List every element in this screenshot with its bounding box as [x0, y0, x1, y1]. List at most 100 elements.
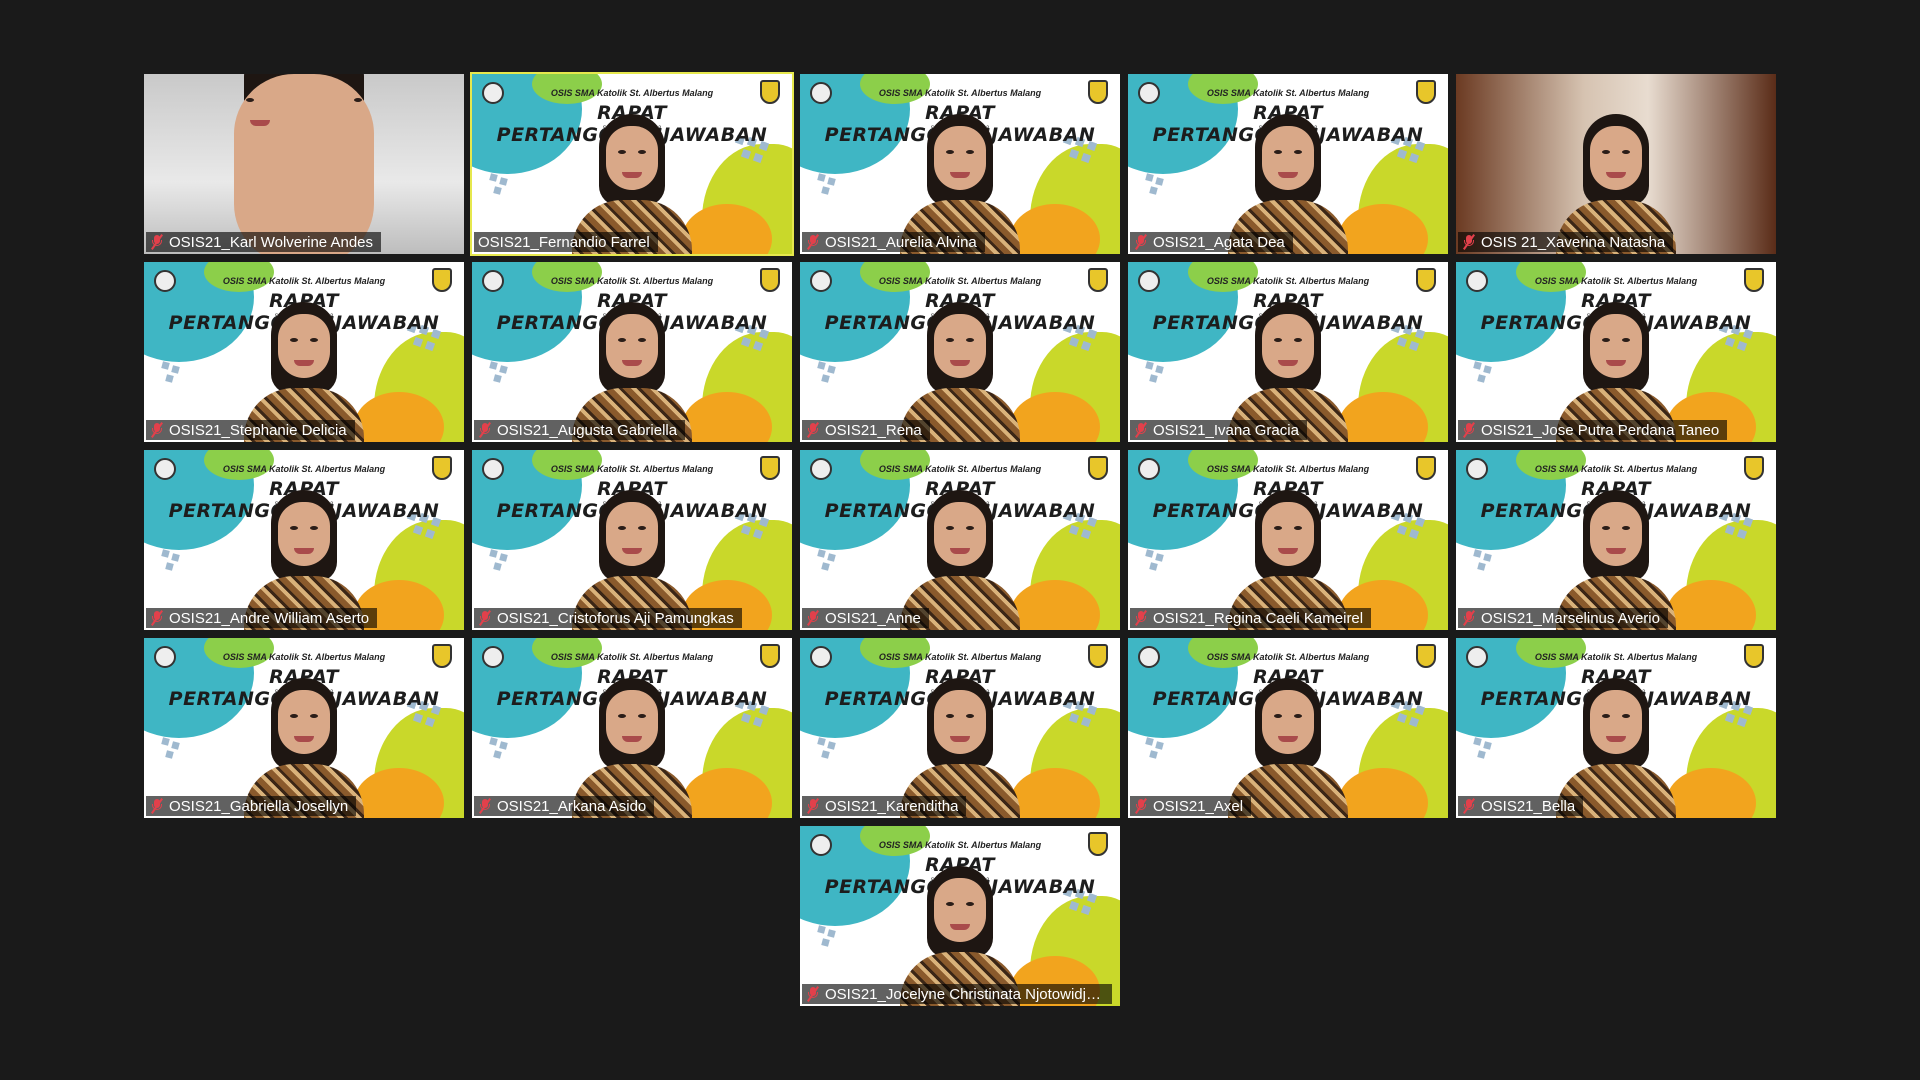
video-tile[interactable]: OSIS SMA Katolik St. Albertus Malang RAP… — [472, 450, 792, 630]
video-tile[interactable]: OSIS SMA Katolik St. Albertus Malang RAP… — [472, 638, 792, 818]
mic-muted-icon — [150, 422, 164, 438]
participant-name: OSIS21_Rena — [825, 421, 922, 439]
grid-row: OSIS SMA Katolik St. Albertus Malang RAP… — [144, 826, 1776, 1006]
video-tile[interactable]: OSIS SMA Katolik St. Albertus Malang RAP… — [470, 72, 794, 256]
video-tile[interactable]: OSIS SMA Katolik St. Albertus Malang RAP… — [144, 262, 464, 442]
participant-name: OSIS21_Ivana Gracia — [1153, 421, 1299, 439]
grid-row: OSIS SMA Katolik St. Albertus Malang RAP… — [144, 72, 1776, 256]
background-subtitle: OSIS SMA Katolik St. Albertus Malang — [1206, 88, 1370, 98]
background-subtitle: OSIS SMA Katolik St. Albertus Malang — [1206, 652, 1370, 662]
background-pattern — [489, 173, 520, 198]
video-tile[interactable]: OSIS SMA Katolik St. Albertus Malang RAP… — [800, 826, 1120, 1006]
background-subtitle: OSIS SMA Katolik St. Albertus Malang — [1534, 464, 1698, 474]
mic-muted-icon — [1134, 422, 1148, 438]
background-pattern — [817, 549, 848, 574]
participant-name-label: OSIS21_Jocelyne Christinata Njotowidja..… — [802, 984, 1112, 1004]
participant-name-label: OSIS21_Aurelia Alvina — [802, 232, 985, 252]
background-pattern — [489, 361, 520, 386]
background-subtitle: OSIS SMA Katolik St. Albertus Malang — [550, 464, 714, 474]
participant-name-label: OSIS21_Andre William Aserto — [146, 608, 378, 628]
participant-name: OSIS21_Marselinus Averio — [1481, 609, 1660, 627]
participant-name: OSIS21_Stephanie Delicia — [169, 421, 347, 439]
mic-muted-icon — [806, 234, 820, 250]
video-tile[interactable]: OSIS SMA Katolik St. Albertus Malang RAP… — [472, 262, 792, 442]
video-tile[interactable]: OSIS SMA Katolik St. Albertus Malang RAP… — [1128, 450, 1448, 630]
participant-name: OSIS21_Andre William Aserto — [169, 609, 370, 627]
background-pattern — [1473, 549, 1504, 574]
background-pattern — [489, 737, 520, 762]
participant-name-label: OSIS21_Rena — [802, 420, 930, 440]
background-subtitle: OSIS SMA Katolik St. Albertus Malang — [878, 840, 1042, 850]
background-pattern — [161, 737, 192, 762]
mic-muted-icon — [150, 610, 164, 626]
mic-muted-icon — [150, 234, 164, 250]
background-subtitle: OSIS SMA Katolik St. Albertus Malang — [550, 88, 714, 98]
video-tile[interactable]: OSIS SMA Katolik St. Albertus Malang RAP… — [1456, 638, 1776, 818]
video-tile[interactable]: OSIS SMA Katolik St. Albertus Malang RAP… — [144, 638, 464, 818]
video-tile[interactable]: OSIS SMA Katolik St. Albertus Malang RAP… — [1456, 262, 1776, 442]
participant-name: OSIS21_Fernandio Farrel — [478, 233, 650, 251]
participant-name-label: OSIS21_Axel — [1130, 796, 1252, 816]
video-tile[interactable]: OSIS SMA Katolik St. Albertus Malang RAP… — [1128, 638, 1448, 818]
participant-name: OSIS21_Augusta Gabriella — [497, 421, 678, 439]
participant-name: OSIS21_Bella — [1481, 797, 1576, 815]
video-tile[interactable]: OSIS SMA Katolik St. Albertus Malang RAP… — [1456, 74, 1776, 254]
mic-muted-icon — [1462, 234, 1476, 250]
grid-row: OSIS SMA Katolik St. Albertus Malang RAP… — [144, 450, 1776, 630]
background-subtitle: OSIS SMA Katolik St. Albertus Malang — [550, 652, 714, 662]
participant-name-label: OSIS21_Marselinus Averio — [1458, 608, 1668, 628]
video-tile[interactable]: OSIS SMA Katolik St. Albertus Malang RAP… — [1456, 450, 1776, 630]
meeting-gallery-view: OSIS SMA Katolik St. Albertus Malang RAP… — [0, 0, 1920, 1080]
background-pattern — [1145, 737, 1176, 762]
background-subtitle: OSIS SMA Katolik St. Albertus Malang — [878, 276, 1042, 286]
participant-name-label: OSIS21_Ivana Gracia — [1130, 420, 1307, 440]
background-pattern — [489, 549, 520, 574]
participant-name: OSIS21_Agata Dea — [1153, 233, 1285, 251]
participant-name-label: OSIS21_Augusta Gabriella — [474, 420, 686, 440]
background-pattern — [817, 925, 848, 950]
video-tile[interactable]: OSIS SMA Katolik St. Albertus Malang RAP… — [144, 74, 464, 254]
participant-name: OSIS21_Cristoforus Aji Pamungkas — [497, 609, 734, 627]
background-subtitle: OSIS SMA Katolik St. Albertus Malang — [878, 464, 1042, 474]
video-tile[interactable]: OSIS SMA Katolik St. Albertus Malang RAP… — [1128, 262, 1448, 442]
participant-name: OSIS21_Gabriella Josellyn — [169, 797, 349, 815]
mic-muted-icon — [1462, 798, 1476, 814]
background-subtitle: OSIS SMA Katolik St. Albertus Malang — [878, 652, 1042, 662]
background-pattern — [1473, 361, 1504, 386]
participant-name-label: OSIS21_Karenditha — [802, 796, 967, 816]
participant-name-label: OSIS21_Jose Putra Perdana Taneo — [1458, 420, 1728, 440]
participant-name-label: OSIS21_Stephanie Delicia — [146, 420, 355, 440]
background-subtitle: OSIS SMA Katolik St. Albertus Malang — [550, 276, 714, 286]
video-tile[interactable]: OSIS SMA Katolik St. Albertus Malang RAP… — [800, 450, 1120, 630]
background-subtitle: OSIS SMA Katolik St. Albertus Malang — [222, 464, 386, 474]
mic-muted-icon — [1134, 798, 1148, 814]
background-subtitle: OSIS SMA Katolik St. Albertus Malang — [1534, 652, 1698, 662]
background-pattern — [1473, 737, 1504, 762]
mic-muted-icon — [150, 798, 164, 814]
background-subtitle: OSIS SMA Katolik St. Albertus Malang — [1206, 276, 1370, 286]
video-tile[interactable]: OSIS SMA Katolik St. Albertus Malang RAP… — [800, 74, 1120, 254]
participant-name: OSIS21_Karenditha — [825, 797, 959, 815]
mic-muted-icon — [1134, 234, 1148, 250]
participant-name-label: OSIS 21_Xaverina Natasha — [1458, 232, 1674, 252]
video-tile[interactable]: OSIS SMA Katolik St. Albertus Malang RAP… — [800, 638, 1120, 818]
participant-name: OSIS 21_Xaverina Natasha — [1481, 233, 1666, 251]
background-pattern — [161, 549, 192, 574]
video-tile[interactable]: OSIS SMA Katolik St. Albertus Malang RAP… — [1128, 74, 1448, 254]
participant-name: OSIS21_Anne — [825, 609, 921, 627]
video-tile[interactable]: OSIS SMA Katolik St. Albertus Malang RAP… — [144, 450, 464, 630]
background-subtitle: OSIS SMA Katolik St. Albertus Malang — [878, 88, 1042, 98]
background-subtitle: OSIS SMA Katolik St. Albertus Malang — [222, 652, 386, 662]
participant-name: OSIS21_Regina Caeli Kameirel — [1153, 609, 1364, 627]
participant-name-label: OSIS21_Anne — [802, 608, 929, 628]
participant-name-label: OSIS21_Cristoforus Aji Pamungkas — [474, 608, 742, 628]
background-pattern — [817, 173, 848, 198]
mic-muted-icon — [478, 422, 492, 438]
participant-name-label: OSIS21_Agata Dea — [1130, 232, 1293, 252]
participant-video — [204, 74, 404, 254]
mic-muted-icon — [1462, 610, 1476, 626]
participant-name-label: OSIS21_Karl Wolverine Andes — [146, 232, 382, 252]
mic-muted-icon — [1462, 422, 1476, 438]
video-tile[interactable]: OSIS SMA Katolik St. Albertus Malang RAP… — [800, 262, 1120, 442]
participant-name-label: OSIS21_Fernandio Farrel — [474, 232, 658, 252]
